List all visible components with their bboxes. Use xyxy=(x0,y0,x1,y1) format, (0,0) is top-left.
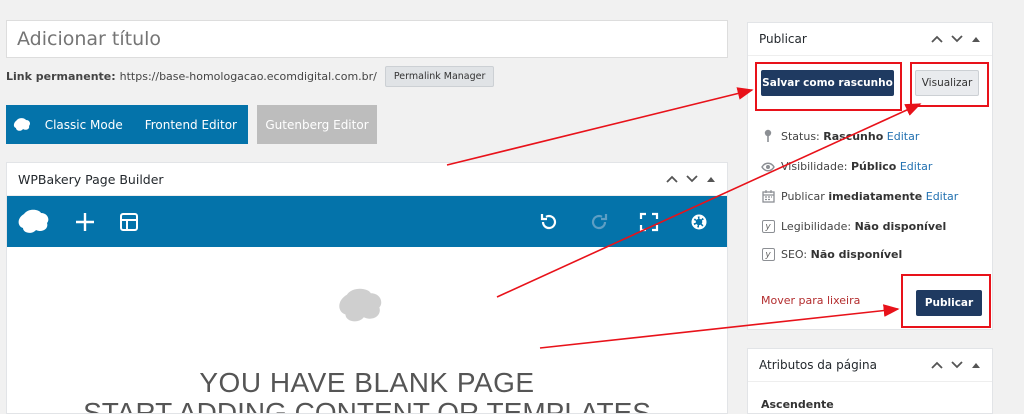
templates-icon[interactable] xyxy=(119,212,139,232)
visibility-edit-link[interactable]: Editar xyxy=(900,160,933,173)
visibility-row: Visibilidade: Público Editar xyxy=(761,160,932,173)
undo-icon[interactable] xyxy=(539,212,559,232)
permalink-label: Link permanente: xyxy=(6,70,116,83)
wpbakery-blank-area: YOU HAVE BLANK PAGE START ADDING CONTENT… xyxy=(7,247,727,414)
publish-box-header: Publicar xyxy=(748,23,992,56)
collapse-toggle-icon[interactable] xyxy=(971,35,981,43)
wpbakery-logo-icon[interactable] xyxy=(17,209,51,235)
page-attributes-header: Atributos da página xyxy=(748,349,992,382)
blank-page-subheading: START ADDING CONTENT OR TEMPLATES xyxy=(83,397,651,414)
wpbakery-panel-header: WPBakery Page Builder xyxy=(7,163,727,196)
yoast-icon: y xyxy=(761,220,775,233)
preview-button[interactable]: Visualizar xyxy=(915,70,979,96)
status-edit-link[interactable]: Editar xyxy=(887,130,920,143)
publish-date-edit-link[interactable]: Editar xyxy=(926,190,959,203)
page-attributes-title: Atributos da página xyxy=(759,358,877,372)
wpbakery-panel-title: WPBakery Page Builder xyxy=(18,171,164,187)
wpbakery-toolbar xyxy=(7,196,727,247)
parent-page-label: Ascendente xyxy=(761,398,834,411)
gutenberg-editor-button[interactable]: Gutenberg Editor xyxy=(257,105,377,144)
page-attributes-box: Atributos da página Ascendente xyxy=(747,348,993,414)
chevron-down-icon[interactable] xyxy=(686,175,698,183)
readability-row: y Legibilidade: Não disponível xyxy=(761,220,946,233)
chevron-down-icon[interactable] xyxy=(951,35,963,43)
move-to-trash-link[interactable]: Mover para lixeira xyxy=(761,294,860,307)
add-element-icon[interactable] xyxy=(75,212,95,232)
permalink-manager-button[interactable]: Permalink Manager xyxy=(384,66,495,87)
fullscreen-icon[interactable] xyxy=(639,212,659,232)
wpbakery-logo-icon xyxy=(10,117,34,132)
classic-mode-button[interactable]: Classic Mode xyxy=(34,118,134,132)
chevron-down-icon[interactable] xyxy=(951,361,963,369)
permalink-url[interactable]: https://base-homologacao.ecomdigital.com… xyxy=(120,70,377,83)
title-input[interactable] xyxy=(6,20,728,58)
chevron-up-icon[interactable] xyxy=(931,35,943,43)
publish-box-title: Publicar xyxy=(759,32,807,46)
chevron-up-icon[interactable] xyxy=(931,361,943,369)
redo-icon[interactable] xyxy=(589,212,609,232)
editor-switch-bar: Classic Mode Frontend Editor xyxy=(6,105,248,144)
yoast-icon: y xyxy=(761,248,775,261)
save-draft-button[interactable]: Salvar como rascunho xyxy=(761,70,894,96)
wpbakery-logo-icon xyxy=(339,288,382,322)
publish-box: Publicar Salvar como rascunho Visualizar… xyxy=(747,22,993,330)
permalink-row: Link permanente: https://base-homologaca… xyxy=(6,66,495,87)
settings-gear-icon[interactable] xyxy=(689,212,709,232)
publish-date-row: Publicar imediatamente Editar xyxy=(761,190,958,203)
frontend-editor-button[interactable]: Frontend Editor xyxy=(134,118,248,132)
collapse-toggle-icon[interactable] xyxy=(971,361,981,369)
collapse-toggle-icon[interactable] xyxy=(706,175,716,183)
blank-page-heading: YOU HAVE BLANK PAGE xyxy=(199,367,535,398)
seo-row: y SEO: Não disponível xyxy=(761,248,902,261)
wpbakery-panel: WPBakery Page Builder YOU HAVE BLANK PAG… xyxy=(6,162,728,414)
calendar-icon xyxy=(761,190,775,203)
eye-icon xyxy=(761,162,775,171)
chevron-up-icon[interactable] xyxy=(666,175,678,183)
status-row: Status: Rascunho Editar xyxy=(761,129,919,143)
annotation-arrow-save-draft xyxy=(446,87,754,166)
publish-button[interactable]: Publicar xyxy=(916,290,982,316)
pin-icon xyxy=(764,129,772,142)
